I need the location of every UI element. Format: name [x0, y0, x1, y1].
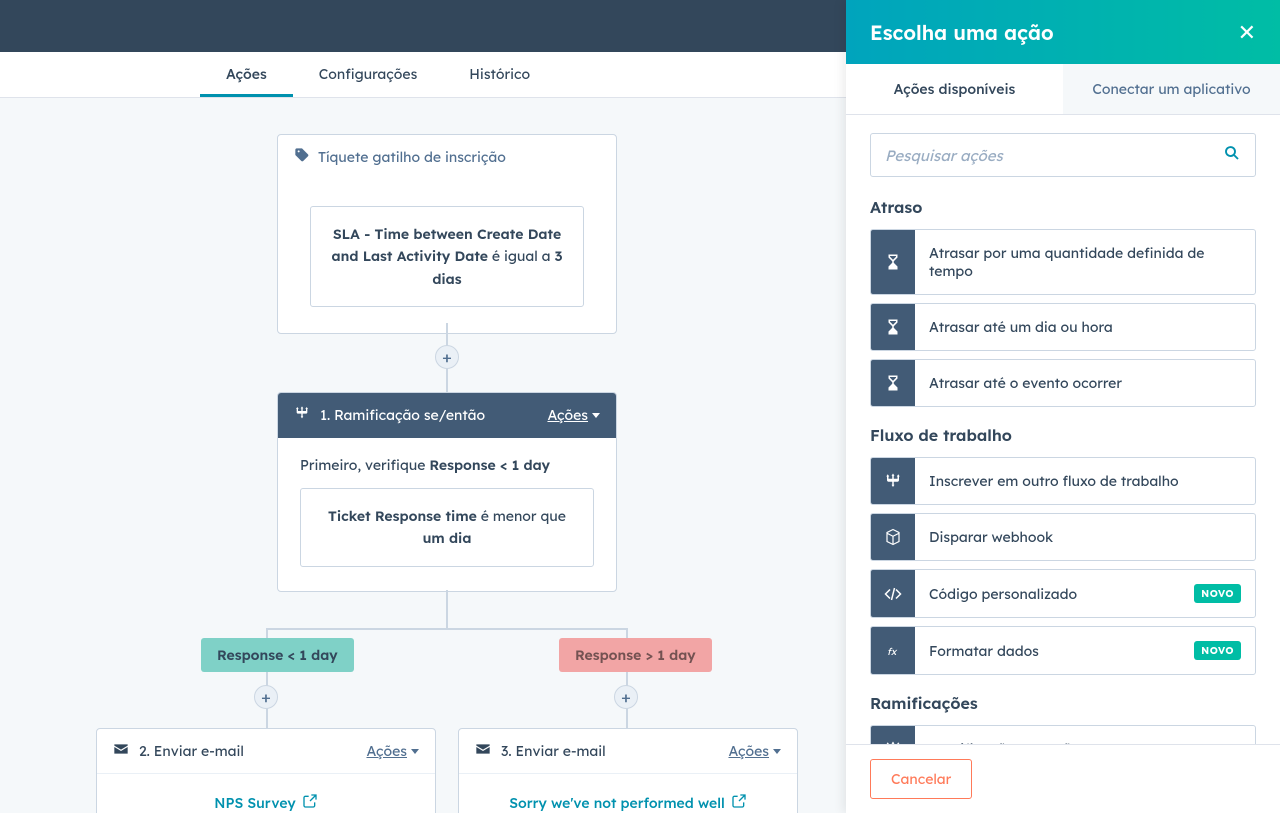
branch-check-text: Primeiro, verifique Response < 1 day [300, 456, 594, 474]
branch-icon [871, 726, 915, 744]
panel-tabs: Ações disponíveis Conectar um aplicativo [846, 64, 1280, 115]
email-right-actions-dropdown[interactable]: Ações [728, 742, 781, 760]
email-right-body: Sorry we've not performed well [459, 774, 797, 813]
tab-actions[interactable]: Ações [200, 52, 293, 97]
group-delay-title: Atraso [870, 197, 1256, 217]
email-right-title: 3. Enviar e-mail [501, 742, 606, 760]
external-link-icon [302, 793, 318, 813]
hourglass-icon [871, 360, 915, 406]
branch-icon [871, 458, 915, 504]
new-badge: NOVO [1194, 584, 1241, 603]
trigger-title: Tíquete gatilho de inscrição [318, 148, 506, 166]
branch-label-right[interactable]: Response > 1 day [559, 638, 712, 672]
code-icon [871, 570, 915, 617]
workflow-canvas: Tíquete gatilho de inscrição SLA - Time … [0, 98, 846, 813]
email-right-header: 3. Enviar e-mail Ações [459, 729, 797, 774]
fx-icon: fx [871, 627, 915, 674]
email-right-link[interactable]: Sorry we've not performed well [509, 793, 747, 813]
search-box[interactable] [870, 133, 1256, 177]
email-card-left[interactable]: 2. Enviar e-mail Ações NPS Survey [96, 728, 436, 813]
branch-title: 1. Ramificação se/então [320, 406, 485, 424]
connector: + [277, 323, 617, 392]
trigger-body: SLA - Time between Create Date and Last … [278, 180, 616, 333]
email-left-title: 2. Enviar e-mail [139, 742, 244, 760]
branch-criteria: Ticket Response time é menor que um dia [300, 488, 594, 567]
chevron-down-icon [411, 749, 419, 754]
svg-text:fx: fx [887, 645, 898, 657]
hourglass-icon [871, 230, 915, 294]
envelope-icon [475, 741, 491, 761]
new-badge: NOVO [1194, 641, 1241, 660]
tab-history[interactable]: Histórico [443, 52, 556, 97]
action-branch-if-then[interactable]: Ramificação se/então [870, 725, 1256, 744]
email-left-header: 2. Enviar e-mail Ações [97, 729, 435, 774]
action-chooser-panel: Escolha uma ação ✕ Ações disponíveis Con… [846, 0, 1280, 813]
action-enroll-workflow[interactable]: Inscrever em outro fluxo de trabalho [870, 457, 1256, 505]
email-left-link[interactable]: NPS Survey [214, 793, 317, 813]
action-format-data[interactable]: fx Formatar dadosNOVO [870, 626, 1256, 675]
add-action-right-button[interactable]: + [614, 685, 638, 709]
action-delay-set-time[interactable]: Atrasar por uma quantidade definida de t… [870, 229, 1256, 295]
trigger-header: Tíquete gatilho de inscrição [278, 135, 616, 180]
panel-footer: Cancelar [846, 744, 1280, 813]
tab-connect-app[interactable]: Conectar um aplicativo [1063, 64, 1280, 114]
trigger-criteria: SLA - Time between Create Date and Last … [310, 206, 584, 307]
panel-header: Escolha uma ação ✕ [846, 0, 1280, 64]
branch-header: 1. Ramificação se/então Ações [278, 393, 616, 438]
panel-title: Escolha uma ação [870, 20, 1054, 45]
add-action-left-button[interactable]: + [254, 685, 278, 709]
hourglass-icon [871, 304, 915, 350]
branch-card[interactable]: 1. Ramificação se/então Ações Primeiro, … [277, 392, 617, 592]
email-left-body: NPS Survey [97, 774, 435, 813]
cube-icon [871, 514, 915, 560]
close-icon[interactable]: ✕ [1238, 18, 1256, 46]
panel-body: Atraso Atrasar por uma quantidade defini… [846, 115, 1280, 744]
group-workflow-title: Fluxo de trabalho [870, 425, 1256, 445]
chevron-down-icon [592, 413, 600, 418]
group-branches-title: Ramificações [870, 693, 1256, 713]
tab-settings[interactable]: Configurações [293, 52, 444, 97]
action-delay-until-day[interactable]: Atrasar até um dia ou hora [870, 303, 1256, 351]
search-icon [1223, 144, 1241, 166]
tag-icon [294, 147, 310, 167]
action-webhook[interactable]: Disparar webhook [870, 513, 1256, 561]
tab-available-actions[interactable]: Ações disponíveis [846, 64, 1063, 114]
branch-label-left[interactable]: Response < 1 day [201, 638, 354, 672]
action-delay-until-event[interactable]: Atrasar até o evento ocorrer [870, 359, 1256, 407]
branch-icon [294, 405, 310, 425]
email-left-actions-dropdown[interactable]: Ações [366, 742, 419, 760]
branch-body: Primeiro, verifique Response < 1 day Tic… [278, 438, 616, 591]
cancel-button[interactable]: Cancelar [870, 759, 972, 799]
trigger-card[interactable]: Tíquete gatilho de inscrição SLA - Time … [277, 134, 617, 334]
email-card-right[interactable]: 3. Enviar e-mail Ações Sorry we've not p… [458, 728, 798, 813]
external-link-icon [731, 793, 747, 813]
branch-actions-dropdown[interactable]: Ações [547, 406, 600, 424]
action-custom-code[interactable]: Código personalizadoNOVO [870, 569, 1256, 618]
add-action-button[interactable]: + [435, 345, 459, 369]
search-input[interactable] [885, 146, 1223, 165]
chevron-down-icon [773, 749, 781, 754]
envelope-icon [113, 741, 129, 761]
